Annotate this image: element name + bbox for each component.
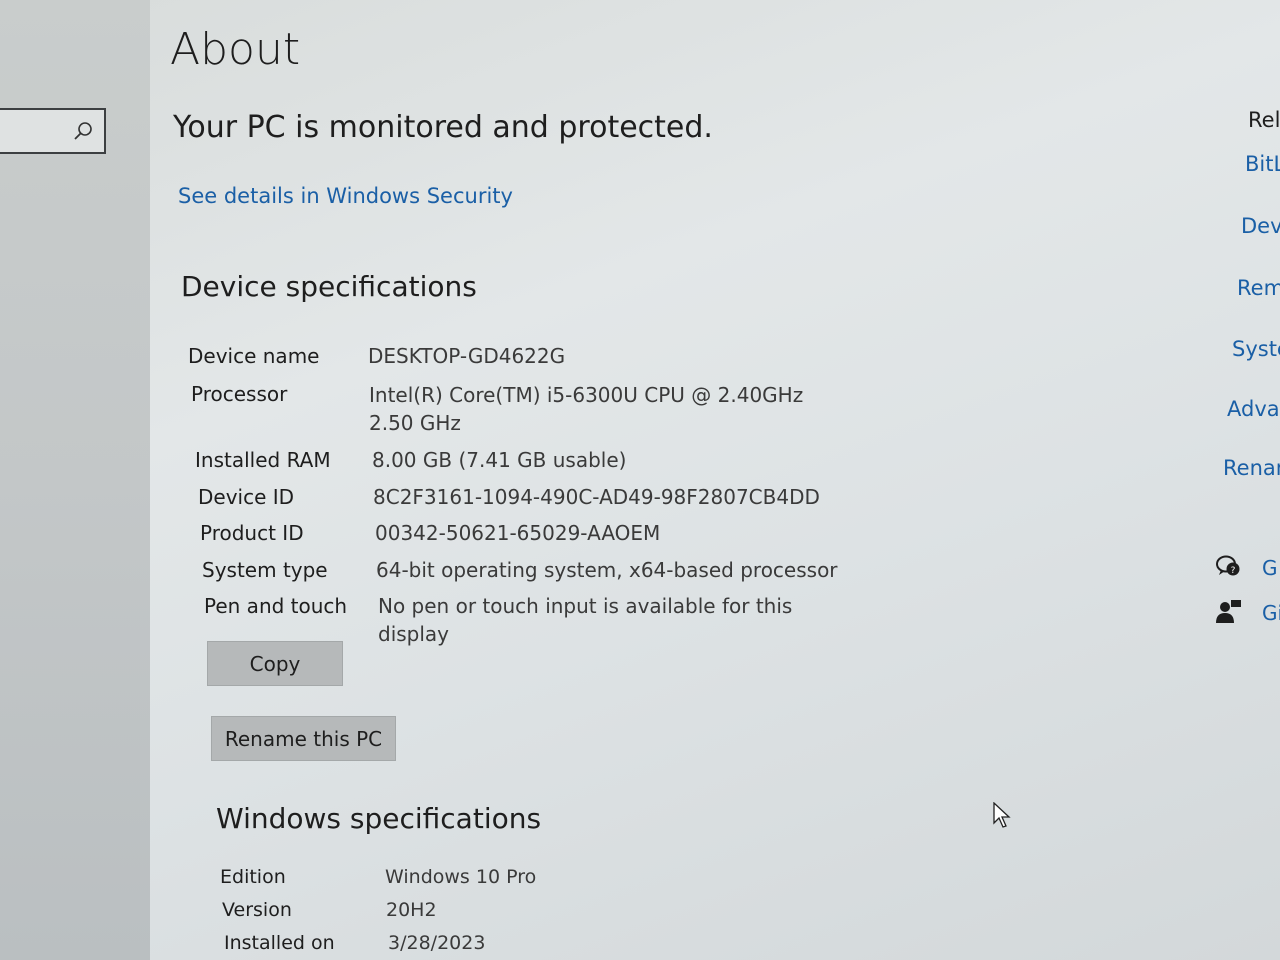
related-link-system-protection[interactable]: Syste	[1232, 337, 1280, 361]
spec-label: Processor	[191, 382, 288, 406]
main-content: About Your PC is monitored and protected…	[150, 0, 1220, 960]
spec-label: Device name	[188, 344, 320, 368]
related-link-bitlocker[interactable]: BitL	[1245, 152, 1280, 176]
search-box[interactable]	[0, 108, 106, 154]
rename-pc-button[interactable]: Rename this PC	[211, 716, 396, 761]
win-spec-value: 3/28/2023	[388, 932, 486, 954]
spec-label: Product ID	[200, 521, 304, 545]
feedback-person-icon	[1216, 600, 1241, 623]
win-spec-value: 20H2	[386, 899, 437, 921]
spec-label: System type	[202, 558, 328, 582]
spec-value: 8.00 GB (7.41 GB usable)	[372, 448, 627, 472]
spec-value: DESKTOP-GD4622G	[368, 344, 566, 368]
get-help-row[interactable]: ? G	[1215, 554, 1280, 584]
sidebar	[0, 0, 150, 960]
related-settings-panel: Rel BitL Devi Rem Syste Advar Renam ? G …	[1215, 0, 1280, 960]
related-link-device-manager[interactable]: Devi	[1241, 214, 1280, 238]
search-icon[interactable]	[72, 120, 94, 142]
get-help-label: G	[1262, 556, 1278, 580]
chat-help-icon: ?	[1216, 555, 1240, 576]
spec-value: Intel(R) Core(TM) i5-6300U CPU @ 2.40GHz…	[369, 383, 804, 435]
mouse-cursor-icon	[993, 802, 1011, 828]
win-spec-label: Installed on	[224, 932, 335, 954]
spec-label: Device ID	[198, 485, 295, 509]
related-link-rename-pc[interactable]: Renam	[1223, 456, 1280, 480]
spec-value: No pen or touch input is available for t…	[378, 594, 793, 646]
device-specs-heading: Device specifications	[181, 270, 477, 303]
spec-value: 8C2F3161-1094-490C-AD49-98F2807CB4DD	[373, 485, 820, 509]
copy-button[interactable]: Copy	[207, 641, 343, 686]
related-link-remote-desktop[interactable]: Rem	[1237, 276, 1280, 300]
related-settings-heading: Rel	[1248, 108, 1280, 132]
give-feedback-row[interactable]: Gi	[1215, 599, 1280, 629]
win-spec-label: Edition	[220, 866, 286, 888]
windows-security-link[interactable]: See details in Windows Security	[178, 184, 513, 208]
spec-value: 00342-50621-65029-AAOEM	[375, 521, 661, 545]
spec-label: Installed RAM	[195, 448, 331, 472]
svg-text:?: ?	[1231, 566, 1236, 576]
windows-specs-heading: Windows specifications	[216, 802, 542, 835]
spec-label: Pen and touch	[204, 594, 348, 618]
security-status-text: Your PC is monitored and protected.	[173, 110, 713, 145]
win-spec-value: Windows 10 Pro	[385, 866, 537, 888]
spec-value: 64-bit operating system, x64-based proce…	[376, 558, 838, 582]
give-feedback-label: Gi	[1262, 601, 1280, 625]
related-link-advanced-settings[interactable]: Advar	[1227, 397, 1280, 421]
win-spec-label: Version	[222, 899, 292, 921]
page-title: About	[170, 24, 301, 75]
